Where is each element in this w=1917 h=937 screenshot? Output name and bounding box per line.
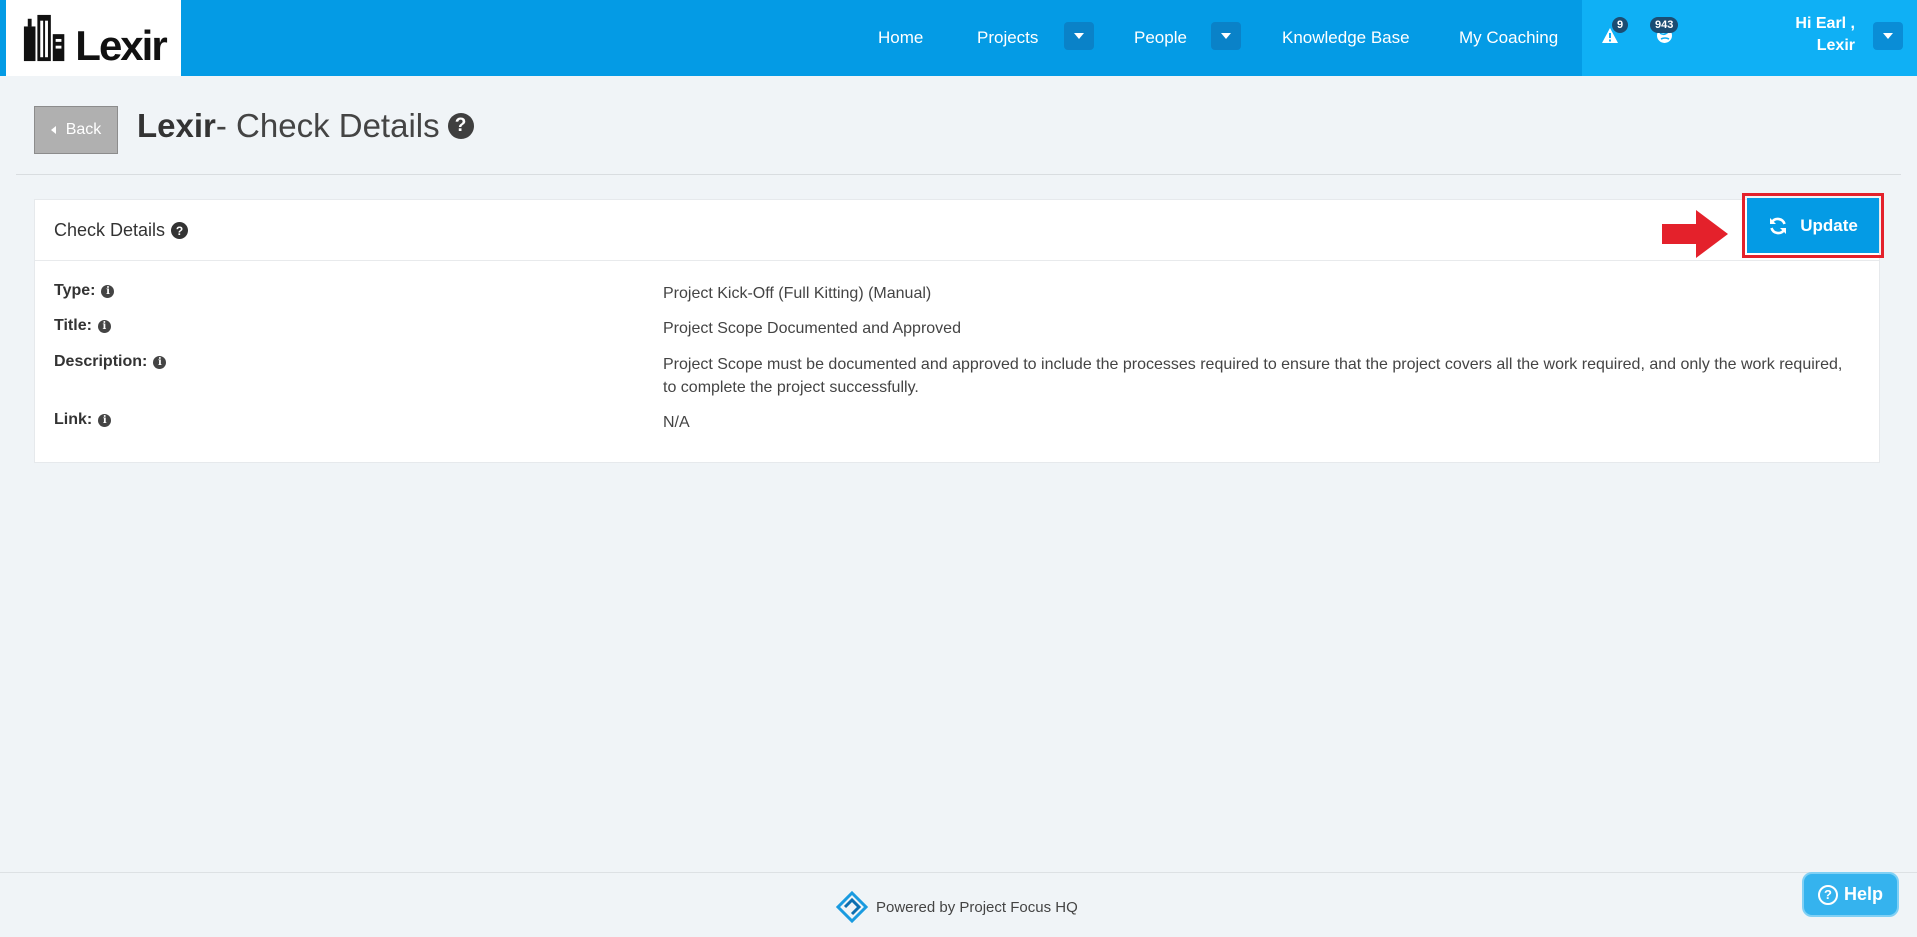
- brand-logo[interactable]: Lexir: [0, 0, 181, 76]
- back-button-label: Back: [65, 121, 102, 138]
- chevron-down-icon: [1221, 33, 1231, 39]
- card-title-text: Check Details: [54, 220, 166, 240]
- info-icon[interactable]: i: [98, 413, 112, 427]
- projects-dropdown-toggle[interactable]: [1064, 22, 1094, 50]
- detail-label-title: Title: i: [54, 317, 111, 335]
- annotation-arrow-icon: [1662, 210, 1728, 258]
- logo-text: Lexir: [75, 22, 167, 69]
- page-title: Lexir- Check Details ?: [137, 104, 474, 148]
- help-question-icon: ?: [1817, 884, 1838, 905]
- info-icon[interactable]: i: [97, 319, 111, 333]
- detail-value-description: Project Scope must be documented and app…: [663, 356, 1843, 396]
- detail-value-title: Project Scope Documented and Approved: [663, 320, 961, 337]
- detail-label-text: Type:: [54, 282, 96, 299]
- detail-label-link: Link: i: [54, 411, 112, 429]
- help-button-label: Help: [1843, 884, 1883, 904]
- detail-value-link: N/A: [663, 414, 690, 431]
- nav-people[interactable]: People: [1134, 28, 1187, 48]
- powered-by-text[interactable]: Powered by Project Focus HQ: [876, 899, 1078, 916]
- help-question-icon[interactable]: ?: [171, 222, 189, 239]
- nav-projects[interactable]: Projects: [977, 28, 1038, 48]
- title-divider: [16, 174, 1901, 175]
- user-greeting-name: Hi Earl ,: [1795, 15, 1855, 32]
- update-button-label: Update: [1800, 215, 1858, 235]
- nav-home[interactable]: Home: [878, 28, 923, 48]
- caret-left-icon: [50, 126, 56, 134]
- detail-label-type: Type: i: [54, 282, 115, 300]
- help-button[interactable]: ? Help: [1802, 872, 1899, 917]
- top-navbar: Lexir Home Projects People Knowledge Bas…: [0, 0, 1917, 76]
- user-panel: [1582, 0, 1917, 76]
- page-title-brand: Lexir: [137, 107, 216, 144]
- people-dropdown-toggle[interactable]: [1211, 22, 1241, 50]
- detail-label-text: Description:: [54, 353, 148, 370]
- check-details-card: Check Details ? Type: i Project Kick-Off…: [34, 199, 1880, 463]
- info-icon[interactable]: i: [153, 355, 167, 369]
- user-greeting[interactable]: Hi Earl , Lexir: [1795, 13, 1855, 57]
- chevron-down-icon: [1883, 33, 1893, 39]
- card-header: Check Details ?: [35, 200, 1879, 261]
- messages-count-badge: 943: [1650, 17, 1679, 33]
- chevron-down-icon: [1074, 33, 1084, 39]
- alerts-count-badge: 9: [1612, 17, 1629, 33]
- detail-label-text: Title:: [54, 317, 92, 334]
- detail-label-text: Link:: [54, 411, 93, 428]
- card-title: Check Details ?: [54, 220, 189, 241]
- info-icon[interactable]: i: [101, 284, 115, 298]
- page-footer: Powered by Project Focus HQ: [0, 872, 1917, 937]
- update-button[interactable]: Update: [1747, 198, 1879, 253]
- nav-my-coaching[interactable]: My Coaching: [1459, 28, 1558, 48]
- project-focus-logo-icon: [836, 891, 868, 923]
- building-logo-icon: [24, 14, 65, 62]
- detail-label-description: Description: i: [54, 353, 167, 371]
- refresh-icon: [1770, 217, 1787, 234]
- user-menu-toggle[interactable]: [1873, 22, 1903, 50]
- help-question-icon[interactable]: ?: [447, 113, 474, 139]
- back-button[interactable]: Back: [34, 106, 118, 154]
- page-title-text: - Check Details: [215, 107, 440, 144]
- detail-value-type: Project Kick-Off (Full Kitting) (Manual): [663, 285, 932, 302]
- nav-knowledge-base[interactable]: Knowledge Base: [1282, 28, 1410, 48]
- user-org-name: Lexir: [1816, 37, 1855, 54]
